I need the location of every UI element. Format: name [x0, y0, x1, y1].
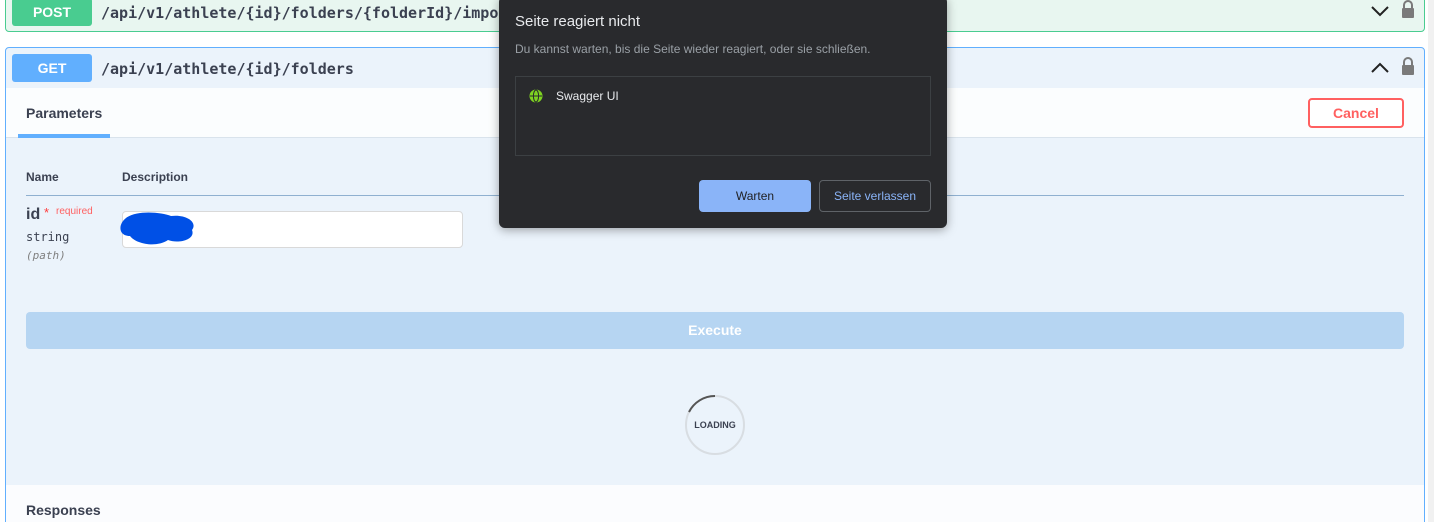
tab-parameters[interactable]: Parameters [18, 88, 111, 138]
redaction-scribble [120, 212, 194, 245]
responses-section: Responses [6, 485, 1424, 522]
param-type: string [26, 230, 70, 244]
chevron-up-icon[interactable] [1368, 56, 1392, 80]
loading-spinner: LOADING [684, 394, 746, 456]
list-item: Swagger UI [556, 89, 619, 103]
param-location: (path) [26, 249, 66, 262]
dialog-title: Seite reagiert nicht [515, 13, 641, 30]
get-method-badge: GET [12, 54, 92, 82]
cancel-button[interactable]: Cancel [1308, 98, 1404, 128]
post-method-badge: POST [12, 0, 92, 26]
loading-label: LOADING [694, 420, 736, 430]
globe-icon [529, 89, 543, 103]
responses-title: Responses [26, 502, 101, 518]
execute-button[interactable]: Execute [26, 312, 1404, 349]
page-scrollbar[interactable] [1428, 0, 1434, 522]
page-unresponsive-dialog: Seite reagiert nicht Du kannst warten, b… [499, 0, 947, 228]
chevron-down-icon[interactable] [1368, 0, 1392, 23]
post-path: /api/v1/athlete/{id}/folders/{folderId}/… [101, 4, 517, 22]
lock-icon[interactable] [1400, 56, 1416, 76]
column-header-description: Description [122, 170, 189, 184]
wait-button[interactable]: Warten [699, 180, 811, 212]
dialog-page-list: Swagger UI [515, 76, 931, 156]
required-label: required [56, 206, 93, 217]
param-name: id [26, 206, 41, 223]
leave-page-button[interactable]: Seite verlassen [819, 180, 931, 212]
column-header-name: Name [26, 170, 59, 184]
get-path: /api/v1/athlete/{id}/folders [101, 60, 354, 78]
dialog-message: Du kannst warten, bis die Seite wieder r… [515, 42, 871, 56]
lock-icon[interactable] [1400, 0, 1416, 19]
required-star: * [44, 205, 50, 220]
